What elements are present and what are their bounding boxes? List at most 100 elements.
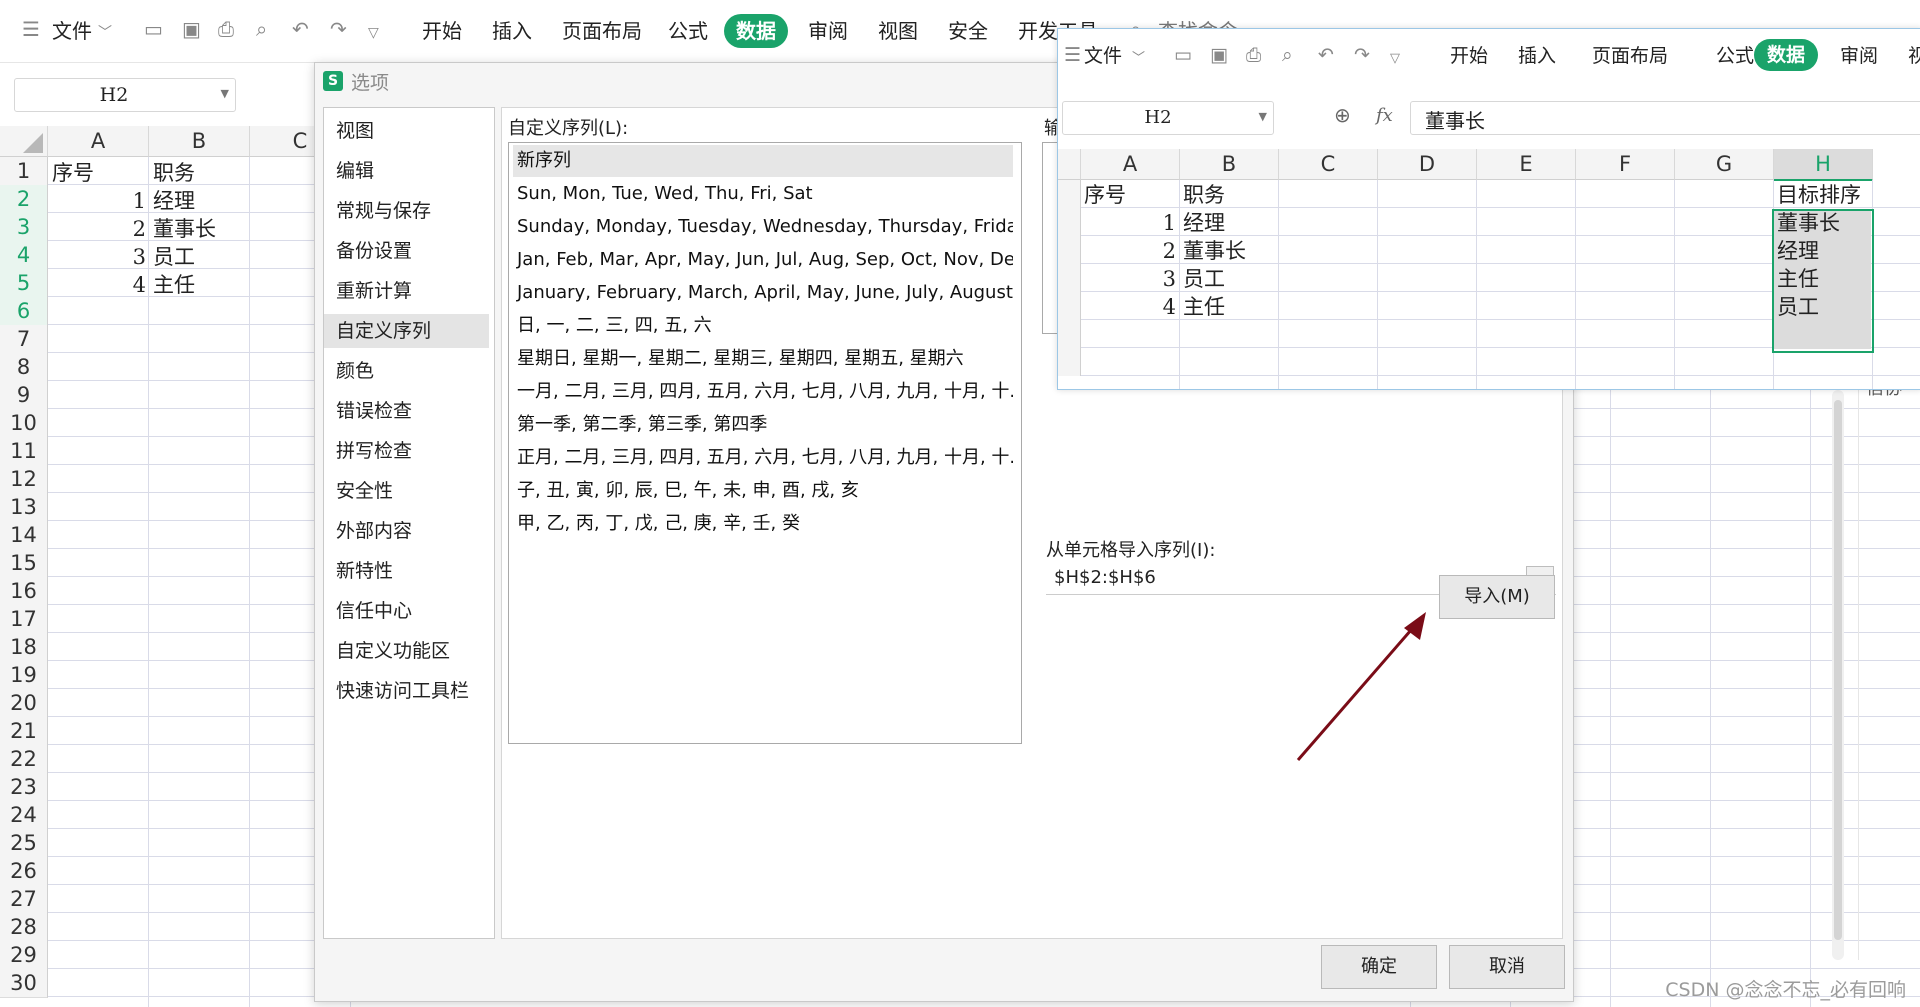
row-header[interactable]: 15 <box>0 549 48 578</box>
cell-b4[interactable]: 员工 <box>153 243 195 271</box>
overlay-col-f[interactable]: F <box>1576 149 1675 180</box>
import-button[interactable]: 导入(M) <box>1439 575 1555 619</box>
chevron-down-icon[interactable]: ﹀ <box>98 20 112 46</box>
list-item-new[interactable]: 新序列 <box>513 145 1013 177</box>
scrollbar-thumb[interactable] <box>1834 400 1842 940</box>
overlay-tab-page-layout[interactable]: 页面布局 <box>1592 43 1668 69</box>
custom-lists-listbox[interactable]: 新序列 Sun, Mon, Tue, Wed, Thu, Fri, Sat Su… <box>508 142 1022 744</box>
row-header[interactable]: 20 <box>0 689 48 718</box>
cell-a2[interactable]: 1 <box>50 187 146 215</box>
tab-data[interactable]: 数据 <box>724 14 788 48</box>
nav-quick-access[interactable]: 快速访问工具栏 <box>324 674 489 708</box>
row-header[interactable]: 3 <box>0 213 48 242</box>
column-header-a[interactable]: A <box>48 126 149 157</box>
overlay-row-header[interactable] <box>1058 348 1081 376</box>
list-item[interactable]: Sun, Mon, Tue, Wed, Thu, Fri, Sat <box>513 178 1013 210</box>
row-header[interactable]: 7 <box>0 325 48 354</box>
nav-spell-check[interactable]: 拼写检查 <box>324 434 489 468</box>
row-header[interactable]: 23 <box>0 773 48 802</box>
row-header[interactable]: 18 <box>0 633 48 662</box>
row-header[interactable]: 26 <box>0 857 48 886</box>
overlay-file-menu[interactable]: 文件 <box>1084 43 1122 69</box>
list-item[interactable]: 第一季, 第二季, 第三季, 第四季 <box>513 409 1013 441</box>
row-header[interactable]: 30 <box>0 969 48 998</box>
row-header[interactable]: 4 <box>0 241 48 270</box>
print-icon[interactable]: ⎙ <box>1246 42 1261 68</box>
nav-recalc[interactable]: 重新计算 <box>324 274 489 308</box>
overlay-row-header[interactable] <box>1058 320 1081 348</box>
cell-b2[interactable]: 经理 <box>153 187 195 215</box>
tab-review[interactable]: 审阅 <box>808 18 848 44</box>
nav-security[interactable]: 安全性 <box>324 474 489 508</box>
row-header[interactable]: 24 <box>0 801 48 830</box>
nav-external-content[interactable]: 外部内容 <box>324 514 489 548</box>
overlay-tab-formulas[interactable]: 公式 <box>1716 43 1754 69</box>
overlay-col-d[interactable]: D <box>1378 149 1477 180</box>
row-header[interactable]: 8 <box>0 353 48 382</box>
overlay-col-g[interactable]: G <box>1675 149 1774 180</box>
nav-error-check[interactable]: 错误检查 <box>324 394 489 428</box>
export-icon[interactable]: ▣ <box>1210 42 1228 68</box>
redo-icon[interactable]: ↷ <box>1354 42 1370 68</box>
cell-b1[interactable]: 职务 <box>153 159 195 187</box>
overlay-cell-a5[interactable]: 4 <box>1082 293 1176 321</box>
customize-icon[interactable]: ▽ <box>1390 46 1400 72</box>
row-header[interactable]: 16 <box>0 577 48 606</box>
overlay-cell-b4[interactable]: 员工 <box>1183 265 1225 293</box>
row-header[interactable]: 6 <box>0 297 48 326</box>
redo-icon[interactable]: ↷ <box>330 16 347 42</box>
list-item[interactable]: January, February, March, April, May, Ju… <box>513 277 1013 309</box>
nav-trust-center[interactable]: 信任中心 <box>324 594 489 628</box>
overlay-tab-home[interactable]: 开始 <box>1450 43 1488 69</box>
cancel-button[interactable]: 取消 <box>1449 945 1565 989</box>
row-header[interactable]: 22 <box>0 745 48 774</box>
list-item[interactable]: 正月, 二月, 三月, 四月, 五月, 六月, 七月, 八月, 九月, 十月, … <box>513 442 1013 474</box>
nav-edit[interactable]: 编辑 <box>324 154 489 188</box>
tab-home[interactable]: 开始 <box>422 18 462 44</box>
customize-icon[interactable]: ▽ <box>368 20 379 46</box>
list-item[interactable]: Jan, Feb, Mar, Apr, May, Jun, Jul, Aug, … <box>513 244 1013 276</box>
row-header[interactable]: 17 <box>0 605 48 634</box>
row-header[interactable]: 19 <box>0 661 48 690</box>
overlay-row-header[interactable] <box>1058 180 1081 208</box>
cell-a4[interactable]: 3 <box>50 243 146 271</box>
column-header-b[interactable]: B <box>149 126 250 157</box>
nav-general-save[interactable]: 常规与保存 <box>324 194 489 228</box>
row-header[interactable]: 14 <box>0 521 48 550</box>
overlay-row-header[interactable] <box>1058 208 1081 236</box>
row-header[interactable]: 27 <box>0 885 48 914</box>
fx-icon[interactable]: fx <box>1376 105 1393 126</box>
tab-view[interactable]: 视图 <box>878 18 918 44</box>
overlay-row-header[interactable] <box>1058 236 1081 264</box>
tab-security[interactable]: 安全 <box>948 18 988 44</box>
overlay-tab-view[interactable]: 视 <box>1908 43 1920 69</box>
overlay-cell-a2[interactable]: 1 <box>1082 209 1176 237</box>
overlay-tab-review[interactable]: 审阅 <box>1840 43 1878 69</box>
row-header[interactable]: 5 <box>0 269 48 298</box>
ok-button[interactable]: 确定 <box>1321 945 1437 989</box>
overlay-cell-b1[interactable]: 职务 <box>1183 181 1225 209</box>
row-header[interactable]: 2 <box>0 185 48 214</box>
undo-icon[interactable]: ↶ <box>1318 42 1334 68</box>
save-icon[interactable]: ▭ <box>144 16 163 42</box>
row-header[interactable]: 29 <box>0 941 48 970</box>
nav-backup[interactable]: 备份设置 <box>324 234 489 268</box>
undo-icon[interactable]: ↶ <box>292 16 309 42</box>
overlay-cell-h1[interactable]: 目标排序 <box>1777 181 1861 209</box>
nav-custom-lists[interactable]: 自定义序列 <box>324 314 489 348</box>
overlay-cell-b3[interactable]: 董事长 <box>1183 237 1246 265</box>
overlay-formula-bar[interactable]: 董事长 <box>1410 101 1920 135</box>
row-header[interactable]: 9 <box>0 381 48 410</box>
overlay-cell-b2[interactable]: 经理 <box>1183 209 1225 237</box>
export-icon[interactable]: ▣ <box>182 16 201 42</box>
overlay-col-h[interactable]: H <box>1774 149 1873 181</box>
vertical-scrollbar[interactable] <box>1832 390 1844 960</box>
caret-down-icon[interactable]: ▼ <box>221 87 229 100</box>
overlay-col-b[interactable]: B <box>1180 149 1279 180</box>
overlay-cell-h4[interactable]: 主任 <box>1777 265 1819 293</box>
select-all-corner[interactable] <box>0 126 48 157</box>
cell-b3[interactable]: 董事长 <box>153 215 216 243</box>
menu-icon[interactable]: ☰ <box>22 16 40 42</box>
cell-a5[interactable]: 4 <box>50 271 146 299</box>
row-header[interactable]: 12 <box>0 465 48 494</box>
